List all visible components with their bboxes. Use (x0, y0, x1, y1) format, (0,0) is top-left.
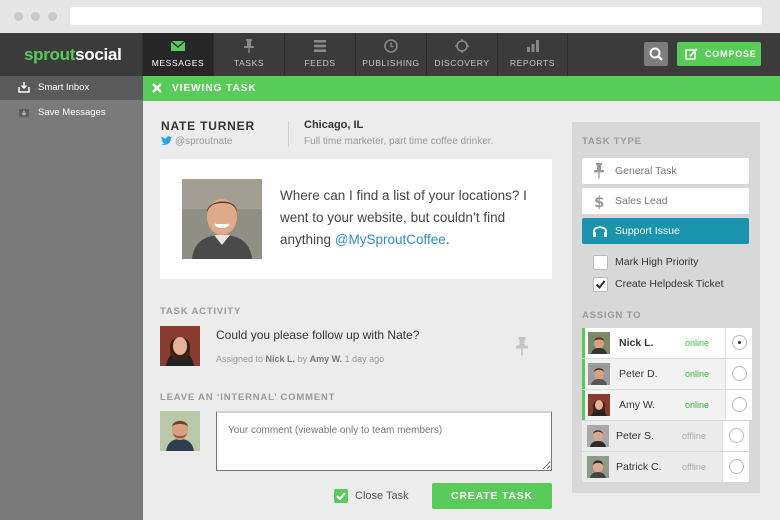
assignee-radio[interactable] (729, 459, 744, 474)
checkmark-icon (595, 280, 606, 290)
svg-text:$: $ (594, 193, 604, 209)
sidebar-item-smart-inbox[interactable]: Smart Inbox (0, 76, 143, 100)
task-type-general[interactable]: General Task (582, 158, 749, 184)
assignee-row[interactable]: Amy W. online (582, 390, 752, 420)
paper-plane-icon (384, 39, 398, 53)
window-dot-icon[interactable] (31, 12, 40, 21)
close-task-checkbox[interactable] (334, 489, 348, 503)
pin-icon (594, 163, 604, 179)
assignee-row[interactable]: Patrick C. offline (582, 452, 749, 482)
compass-icon (455, 39, 469, 53)
author-avatar-icon (182, 179, 262, 259)
mention-link[interactable]: @MySproutCoffee (335, 232, 446, 247)
assignee-radio[interactable] (732, 397, 747, 412)
browser-chrome (0, 0, 780, 33)
compose-button[interactable]: COMPOSE (677, 42, 761, 66)
activity-avatar (160, 326, 200, 366)
agent-avatar (587, 456, 609, 478)
mark-high-priority-label[interactable]: Mark High Priority (615, 256, 698, 268)
tab-reports[interactable]: REPORTS (497, 33, 568, 76)
assign-to-label: ASSIGN TO (582, 310, 642, 321)
task-type-label: TASK TYPE (582, 136, 642, 147)
author-location: Chicago, IL (304, 119, 364, 131)
list-icon (314, 40, 326, 52)
create-helpdesk-ticket-checkbox[interactable] (593, 277, 608, 292)
address-bar[interactable] (70, 7, 762, 25)
close-icon[interactable] (151, 82, 163, 94)
author-name[interactable]: NATE TURNER (161, 119, 255, 133)
assignee-radio[interactable] (732, 366, 747, 381)
mark-high-priority-checkbox[interactable] (593, 255, 608, 270)
inbox-icon (18, 82, 30, 93)
agent-avatar (587, 425, 609, 447)
top-nav: sproutsocial MESSAGES TASKS FEEDS PUBLIS… (0, 33, 780, 76)
peter-s-avatar-icon (587, 425, 609, 447)
peter-d-avatar-icon (588, 363, 610, 385)
checkmark-icon (336, 492, 346, 501)
envelope-icon (170, 40, 186, 51)
header-divider (288, 121, 289, 147)
headset-icon (593, 226, 607, 237)
activity-meta: Assigned to Nick L. by Amy W. 1 day ago (216, 354, 385, 364)
sidebar-item-save-messages[interactable]: Save Messages (0, 101, 143, 125)
save-icon (19, 109, 29, 117)
author-bio: Full time marketer, part time coffee dri… (304, 136, 494, 147)
create-task-button[interactable]: CREATE TASK (432, 483, 552, 509)
tab-messages[interactable]: MESSAGES (142, 33, 213, 76)
assignee-row[interactable]: Peter S. offline (582, 421, 749, 451)
compose-icon (685, 48, 698, 60)
comment-input[interactable] (216, 411, 552, 471)
assignee-row[interactable]: Nick L. online (582, 328, 752, 358)
sproutsocial-logo[interactable]: sproutsocial (24, 45, 122, 65)
dollar-icon: $ (594, 193, 604, 209)
window-dot-icon[interactable] (14, 12, 23, 21)
agent-avatar (588, 394, 610, 416)
nick-avatar-icon (588, 332, 610, 354)
task-type-sales-lead[interactable]: $ Sales Lead (582, 188, 749, 214)
viewing-task-bar: VIEWING TASK (143, 76, 780, 101)
author-handle[interactable]: @sproutnate (161, 136, 232, 147)
author-photo[interactable] (182, 179, 262, 259)
tab-publishing[interactable]: PUBLISHING (355, 33, 426, 76)
close-task-label[interactable]: Close Task (355, 490, 409, 502)
search-button[interactable] (644, 42, 668, 66)
message-text: Where can I find a list of your location… (280, 188, 527, 247)
message-card: Where can I find a list of your location… (160, 159, 552, 279)
task-activity-label: TASK ACTIVITY (160, 306, 242, 317)
internal-comment-label: LEAVE AN ‘INTERNAL’ COMMENT (160, 392, 336, 403)
patrick-avatar-icon (587, 456, 609, 478)
assignee-radio[interactable] (732, 335, 747, 350)
assignee-radio[interactable] (729, 428, 744, 443)
tab-discovery[interactable]: DISCOVERY (426, 33, 497, 76)
amy-avatar-icon (588, 394, 610, 416)
pin-icon (244, 39, 254, 53)
assignee-row[interactable]: Peter D. online (582, 359, 752, 389)
window-dot-icon[interactable] (48, 12, 57, 21)
task-type-support-issue[interactable]: Support Issue (582, 218, 749, 244)
current-user-avatar (160, 411, 200, 451)
activity-text: Could you please follow up with Nate? (216, 328, 420, 342)
tab-tasks[interactable]: TASKS (213, 33, 284, 76)
pin-icon[interactable] (514, 337, 530, 357)
amy-avatar-icon (160, 326, 200, 366)
create-helpdesk-ticket-label[interactable]: Create Helpdesk Ticket (615, 278, 724, 290)
agent-avatar (588, 363, 610, 385)
sidebar: Smart Inbox Save Messages (0, 76, 143, 520)
tab-feeds[interactable]: FEEDS (284, 33, 355, 76)
bar-chart-icon (526, 40, 539, 52)
agent-avatar (588, 332, 610, 354)
twitter-bird-icon (161, 136, 172, 145)
search-icon (649, 47, 663, 61)
user-avatar-icon (160, 411, 200, 451)
